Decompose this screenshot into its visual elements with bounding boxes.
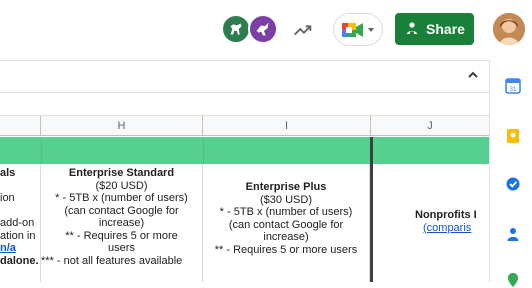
cell-h-title: Enterprise Standard [68, 167, 175, 179]
cell-g-line: ation in [0, 229, 36, 242]
keep-icon[interactable] [505, 128, 521, 144]
cell-g-line: als [0, 167, 16, 179]
cell-g-line: dalone. [0, 254, 39, 267]
column-header-h[interactable]: H [41, 116, 203, 136]
cell-g-line: ion [0, 192, 15, 204]
calendar-icon[interactable]: 31 [505, 78, 521, 94]
collaborator-avatar[interactable] [248, 14, 278, 44]
cell-i-line: * - 5TB x (number of users) [219, 206, 353, 218]
secondary-bar [0, 93, 489, 116]
meet-button[interactable] [333, 13, 383, 46]
cell-i-line: (can contact Google for [228, 218, 344, 231]
cell-j-title: Nonprofits I [415, 209, 477, 221]
svg-text:31: 31 [510, 87, 517, 93]
cell-g-line: add-on [0, 217, 35, 229]
comparison-link[interactable]: (comparis [423, 222, 471, 234]
maps-icon[interactable] [505, 272, 521, 288]
profile-photo-icon [493, 13, 525, 45]
green-header-row[interactable] [0, 137, 489, 164]
cell-h[interactable]: Enterprise Standard ($20 USD) * - 5TB x … [41, 164, 203, 282]
bird-icon [256, 22, 269, 36]
activity-trend-icon[interactable] [292, 19, 314, 41]
grid-line [41, 137, 42, 164]
cell-h-line: (can contact Google for [64, 204, 179, 217]
grid-line [203, 137, 204, 164]
cell-i-line: ($30 USD) [260, 193, 312, 206]
share-label: Share [426, 21, 465, 37]
top-toolbar: Share [0, 0, 532, 60]
cell-h-line: *** - not all features available [41, 254, 183, 267]
cell-g-link[interactable]: n/a [0, 242, 40, 255]
column-header-g[interactable] [0, 116, 41, 136]
person-lock-icon [407, 22, 418, 35]
cell-h-line: increase) [98, 217, 145, 229]
cell-h-line: users [108, 242, 135, 254]
cell-i-line: increase) [263, 231, 309, 243]
share-button[interactable]: Share [395, 13, 474, 45]
dinosaur-icon [230, 23, 242, 35]
cell-h-line: ** - Requires 5 or more [65, 229, 178, 242]
account-avatar[interactable] [493, 13, 525, 45]
formula-bar[interactable] [0, 60, 489, 93]
contacts-icon[interactable] [505, 226, 521, 242]
chevron-down-icon [368, 27, 374, 32]
side-panel: 31 [489, 60, 532, 287]
cell-i-title: Enterprise Plus [245, 181, 327, 193]
cell-j[interactable]: Nonprofits I (comparis [373, 164, 489, 282]
meet-camera-icon [342, 22, 363, 37]
cell-h-line: * - 5TB x (number of users) [55, 192, 188, 204]
cell-g[interactable]: als ion add-on ation in n/a dalone. [0, 164, 41, 282]
cell-i[interactable]: Enterprise Plus ($30 USD) * - 5TB x (num… [203, 164, 370, 282]
cell-h-line: ($20 USD) [95, 179, 148, 192]
chevron-up-icon[interactable] [466, 68, 480, 82]
column-header-j[interactable]: J [371, 116, 489, 136]
collaborator-avatar[interactable] [221, 14, 251, 44]
column-headers: H I J [0, 116, 489, 136]
tasks-icon[interactable] [505, 176, 521, 192]
column-header-i[interactable]: I [203, 116, 371, 136]
cell-i-line: ** - Requires 5 or more users [214, 243, 358, 256]
